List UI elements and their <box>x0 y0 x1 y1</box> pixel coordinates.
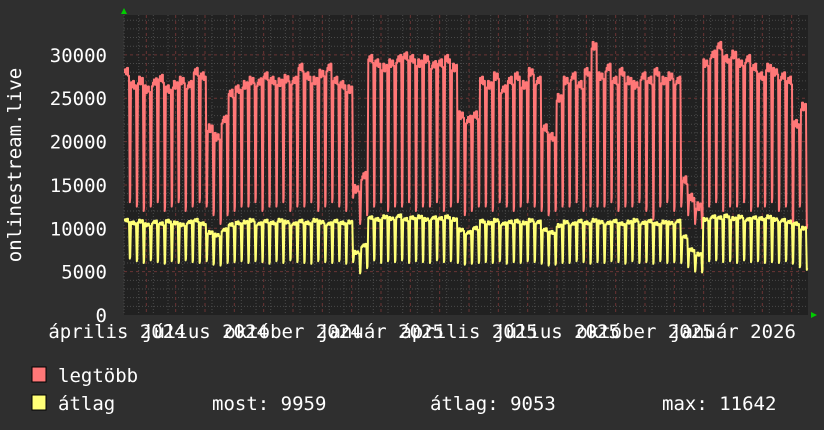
y-tick-label: 30000 <box>50 45 107 67</box>
legend-label-legtobb: legtöbb <box>58 365 138 387</box>
x-tick-label: január 2026 <box>670 321 796 343</box>
stat-max-label: max: <box>662 393 708 415</box>
y-tick-label: 25000 <box>50 88 107 110</box>
y-tick-label: 5000 <box>61 262 107 284</box>
stat-atlag: átlag: 9053 <box>430 393 556 415</box>
legend-label-atlag: átlag <box>58 393 115 415</box>
y-axis-label: onlinestream.live <box>4 68 26 262</box>
x-axis-ticks: április 2024július 2024október 2024januá… <box>48 321 796 343</box>
y-tick-label: 15000 <box>50 175 107 197</box>
stat-most-value: 9959 <box>281 393 327 415</box>
y-tick-label: 20000 <box>50 132 107 154</box>
stat-max-value: 11642 <box>719 393 776 415</box>
rrd-graph: 050001000015000200002500030000 április 2… <box>0 0 824 430</box>
legend-swatch-legtobb <box>31 366 47 383</box>
legend-swatch-atlag <box>31 394 47 411</box>
stat-most: most: 9959 <box>212 393 326 415</box>
stat-atlag-value: 9053 <box>510 393 556 415</box>
stat-max: max: 11642 <box>662 393 776 415</box>
stat-atlag-label: átlag: <box>430 393 499 415</box>
stat-most-label: most: <box>212 393 269 415</box>
y-tick-label: 10000 <box>50 218 107 240</box>
